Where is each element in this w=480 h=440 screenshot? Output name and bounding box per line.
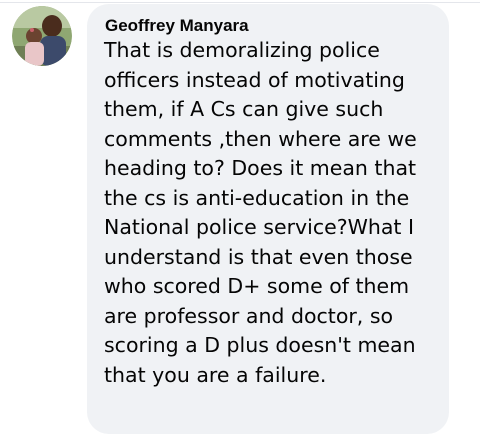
avatar-photo xyxy=(12,6,72,66)
comment-body: That is demoralizing police officers ins… xyxy=(104,38,417,387)
avatar[interactable] xyxy=(12,6,72,66)
comment-author-name[interactable]: Geoffrey Manyara xyxy=(105,16,249,36)
divider xyxy=(0,2,480,3)
comment-thread: Geoffrey Manyara That is demoralizing po… xyxy=(0,0,480,440)
